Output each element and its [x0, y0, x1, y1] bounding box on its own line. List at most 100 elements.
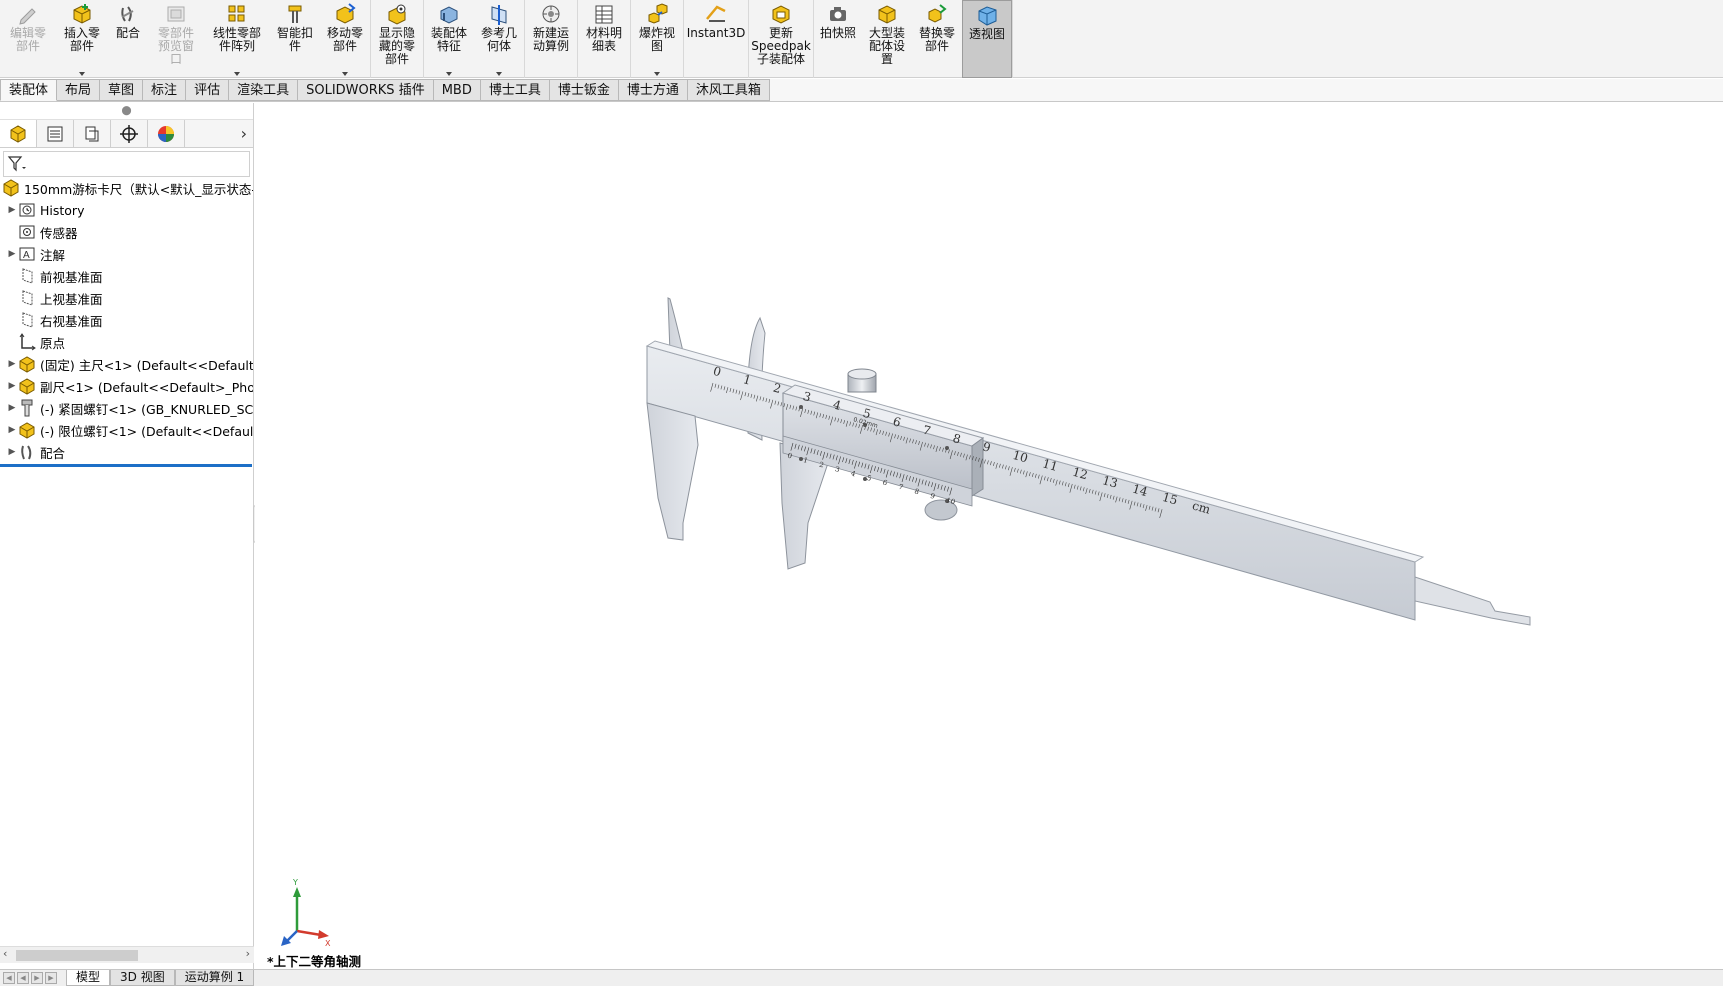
prev-tab-icon[interactable]: ◀: [17, 972, 29, 984]
insert-components-button[interactable]: 插入零 部件: [56, 0, 108, 78]
mate-button[interactable]: 配合: [108, 0, 148, 78]
assembly-features-button[interactable]: 装配体 特征: [424, 0, 474, 78]
command-tab-4[interactable]: 标注: [143, 79, 187, 101]
take-snapshot-button[interactable]: 拍快照: [814, 0, 862, 78]
ribbon-group-7: Instant3D: [684, 0, 749, 78]
ribbon-group-5: 材料明 细表: [578, 0, 631, 78]
ribbon-group-8: 更新 Speedpak 子装配体: [749, 0, 814, 78]
bottom-tab-1[interactable]: 模型: [66, 970, 111, 986]
chevron-down-icon[interactable]: [496, 72, 502, 76]
linear-pattern-button[interactable]: 线性零部 件阵列: [204, 0, 270, 78]
mates-icon: [18, 443, 36, 461]
replace-components-button[interactable]: 替换零 部件: [912, 0, 962, 78]
reference-geometry-button[interactable]: 参考几 何体: [474, 0, 524, 78]
graphics-area[interactable]: 0 1 2 3 4 5 6 7 8 9 10 11 12 13 14 15 cm 0 1 2 3 4 5 6 7 8 9 10 0.…: [255, 103, 1723, 969]
tree-node[interactable]: 传感器: [0, 221, 253, 243]
bottom-tabs: 模型 3D 视图 运动算例 1: [66, 970, 255, 986]
command-tab-3[interactable]: 草图: [100, 79, 144, 101]
tree-node[interactable]: 前视基准面: [0, 265, 253, 287]
chevron-down-icon[interactable]: [654, 72, 660, 76]
chevron-down-icon[interactable]: [342, 72, 348, 76]
plane-icon: [18, 289, 36, 307]
command-tab-11[interactable]: 博士方通: [618, 79, 688, 101]
tree-node[interactable]: ▶ History: [0, 199, 253, 221]
scroll-thumb[interactable]: [16, 950, 138, 961]
tree-node[interactable]: ▶ 配合: [0, 441, 253, 463]
component-preview-label: 零部件 预览窗 口: [157, 26, 194, 66]
large-assembly-button[interactable]: 大型装 配体设 置: [862, 0, 912, 78]
last-tab-icon[interactable]: ▶: [45, 972, 57, 984]
mate-label: 配合: [115, 26, 140, 40]
new-motion-study-button[interactable]: 新建运 动算例: [525, 0, 577, 78]
next-tab-icon[interactable]: ▶: [31, 972, 43, 984]
scroll-right-icon[interactable]: ›: [246, 947, 250, 960]
move-component-button[interactable]: 移动零 部件: [320, 0, 370, 78]
bottom-tab-2[interactable]: 3D 视图: [110, 970, 175, 986]
component-preview-button[interactable]: 零部件 预览窗 口: [148, 0, 204, 78]
chevron-down-icon[interactable]: [234, 72, 240, 76]
smart-fasteners-button[interactable]: 智能扣 件: [270, 0, 320, 78]
exploded-view-button[interactable]: 爆炸视 图: [631, 0, 683, 78]
command-tab-12[interactable]: 沐风工具箱: [687, 79, 770, 101]
large-assembly-label: 大型装 配体设 置: [868, 26, 905, 66]
command-tab-2[interactable]: 布局: [57, 79, 101, 101]
command-tab-8[interactable]: MBD: [433, 79, 481, 101]
feature-manager-tab[interactable]: [0, 120, 37, 147]
rollback-bar[interactable]: [0, 464, 252, 467]
command-tab-9[interactable]: 博士工具: [480, 79, 550, 101]
tree-horizontal-scrollbar[interactable]: ‹ ›: [0, 946, 254, 963]
svg-text:A: A: [23, 250, 30, 261]
tree-root-label: 150mm游标卡尺（默认<默认_显示状态-1: [24, 181, 253, 197]
tree-node[interactable]: 上视基准面: [0, 287, 253, 309]
instant3d-label: Instant3D: [686, 26, 746, 40]
bom-button[interactable]: 材料明 细表: [578, 0, 630, 78]
panel-collapse-handle[interactable]: ⬤: [0, 103, 253, 120]
command-tab-5[interactable]: 评估: [186, 79, 230, 101]
tree-node[interactable]: ▶ 副尺<1> (Default<<Default>_Photo: [0, 375, 253, 397]
first-tab-icon[interactable]: ◀: [3, 972, 15, 984]
chevron-down-icon[interactable]: [446, 72, 452, 76]
scroll-left-icon[interactable]: ‹: [3, 947, 7, 960]
instant3d-button[interactable]: Instant3D: [684, 0, 748, 78]
tree-node-label: 副尺<1> (Default<<Default>_Photo: [40, 379, 253, 395]
vernier-scale-label: 5: [866, 474, 872, 483]
expand-arrow-icon[interactable]: ▶: [6, 403, 18, 413]
show-hidden-button[interactable]: 显示隐 藏的零 部件: [371, 0, 423, 78]
bottom-tab-3[interactable]: 运动算例 1: [174, 970, 255, 986]
edit-component-button[interactable]: 编辑零 部件: [0, 0, 56, 78]
command-tab-6[interactable]: 渲染工具: [229, 79, 299, 101]
tree-root-assembly[interactable]: 150mm游标卡尺（默认<默认_显示状态-1: [0, 177, 253, 199]
vernier-caliper-model[interactable]: 012345678910 11 12 13 14 15 cm 012345678910 0.…: [255, 103, 1723, 969]
screw-icon: [18, 399, 36, 417]
plane-icon: [18, 311, 36, 329]
ribbon-group-9: 拍快照 大型装 配体设 置替换零 部件 透视图: [814, 0, 1013, 78]
configuration-manager-tab[interactable]: [74, 120, 111, 147]
view-orientation-label: *上下二等角轴测: [267, 954, 362, 969]
tree-node[interactable]: 原点: [0, 331, 253, 353]
tree-filter[interactable]: [3, 151, 250, 177]
reference-geometry-icon: [488, 3, 510, 25]
dimxpert-manager-tab[interactable]: [111, 120, 148, 147]
expand-arrow-icon[interactable]: ▶: [6, 425, 18, 435]
expand-arrow-icon[interactable]: ▶: [6, 359, 18, 369]
tree-node[interactable]: 右视基准面: [0, 309, 253, 331]
part-icon: [18, 421, 36, 439]
tree-node[interactable]: ▶ (固定) 主尺<1> (Default<<Default>_: [0, 353, 253, 375]
display-manager-tab[interactable]: [148, 120, 185, 147]
expand-arrow-icon[interactable]: ▶: [6, 205, 18, 215]
tree-node[interactable]: ▶ (-) 限位螺钉<1> (Default<<Default>: [0, 419, 253, 441]
command-tab-10[interactable]: 博士钣金: [549, 79, 619, 101]
more-tabs-chevron-icon[interactable]: ›: [241, 124, 247, 143]
command-tab-7[interactable]: SOLIDWORKS 插件: [298, 79, 434, 101]
tree-node[interactable]: ▶ (-) 紧固螺钉<1> (GB_KNURLED_SCR: [0, 397, 253, 419]
property-manager-tab[interactable]: [37, 120, 74, 147]
perspective-button[interactable]: 透视图: [962, 0, 1012, 78]
expand-arrow-icon[interactable]: ▶: [6, 381, 18, 391]
chevron-down-icon[interactable]: [79, 72, 85, 76]
expand-arrow-icon[interactable]: ▶: [6, 249, 18, 259]
expand-arrow-icon[interactable]: ▶: [6, 447, 18, 457]
command-tab-1[interactable]: 装配体: [0, 79, 58, 101]
update-speedpak-button[interactable]: 更新 Speedpak 子装配体: [749, 0, 813, 78]
filter-icon: [7, 156, 26, 172]
tree-node[interactable]: ▶ A 注解: [0, 243, 253, 265]
